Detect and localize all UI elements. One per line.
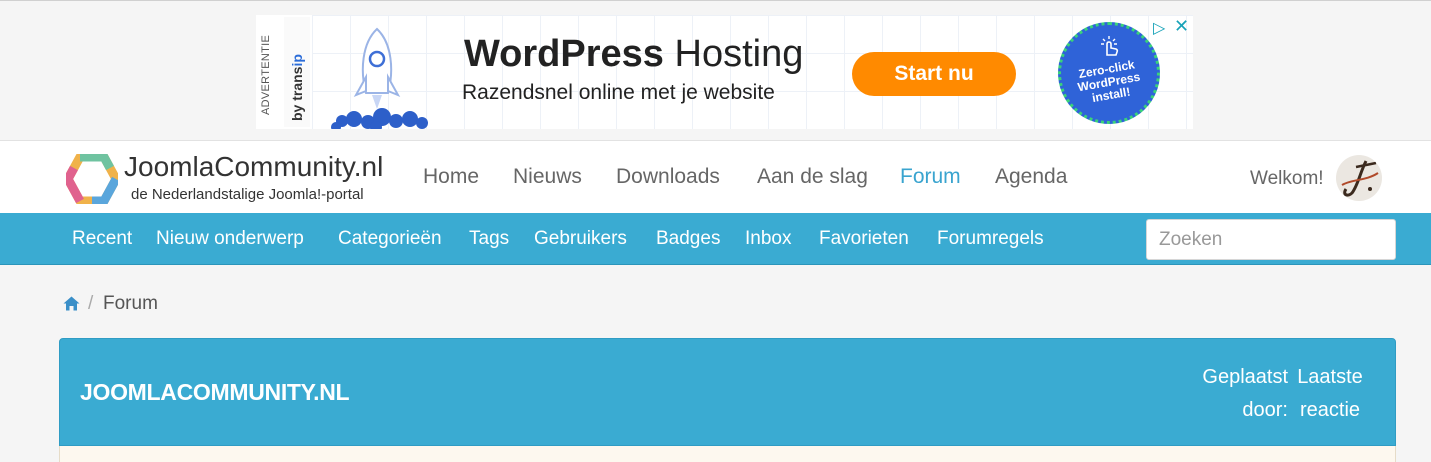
- nav-home[interactable]: Home: [423, 165, 479, 189]
- signature-avatar-icon: [1341, 160, 1379, 197]
- category-topic-list: [59, 446, 1396, 462]
- forum-menu-badges[interactable]: Badges: [656, 228, 720, 250]
- forum-menu-recent[interactable]: Recent: [72, 228, 132, 250]
- nav-agenda[interactable]: Agenda: [995, 165, 1067, 189]
- site-name[interactable]: JoomlaCommunity.nl: [124, 151, 383, 183]
- forum-menu-rules[interactable]: Forumregels: [937, 228, 1044, 250]
- home-icon[interactable]: [63, 296, 80, 311]
- column-posted-by-line: Geplaatst: [1202, 366, 1288, 388]
- main-header: JoomlaCommunity.nl de Nederlandstalige J…: [0, 140, 1431, 213]
- ad-zone: ADVERTENTIE by transip WordPress Hosting…: [0, 0, 1431, 140]
- nav-forum[interactable]: Forum: [900, 165, 961, 189]
- ad-sponsor-logo: by transip: [284, 17, 310, 127]
- ad-subline: Razendsnel online met je website: [462, 81, 775, 104]
- nav-nieuws[interactable]: Nieuws: [513, 165, 582, 189]
- avatar[interactable]: [1336, 155, 1382, 201]
- ad-headline-rest: Hosting: [663, 33, 804, 75]
- ad-headline: WordPress Hosting: [464, 33, 803, 76]
- close-icon[interactable]: ✕: [1174, 16, 1189, 37]
- rocket-icon: [331, 27, 428, 129]
- tap-hand-icon: [1101, 36, 1119, 56]
- ad-zero-click-badge[interactable]: Zero-click WordPress install!: [1058, 22, 1160, 124]
- advertisement-banner[interactable]: ADVERTENTIE by transip WordPress Hosting…: [256, 15, 1193, 129]
- column-last-reply: Laatste reactie: [1292, 361, 1368, 427]
- forum-menu-tags[interactable]: Tags: [469, 228, 509, 250]
- forum-menu-inbox[interactable]: Inbox: [745, 228, 791, 250]
- site-tagline: de Nederlandstalige Joomla!-portal: [131, 186, 364, 203]
- ad-sponsor-prefix: by trans: [289, 66, 305, 121]
- nav-aan-de-slag[interactable]: Aan de slag: [757, 165, 868, 189]
- nav-downloads[interactable]: Downloads: [616, 165, 720, 189]
- forum-menu-users[interactable]: Gebruikers: [534, 228, 627, 250]
- breadcrumb-separator: /: [88, 293, 94, 314]
- column-last-reply-line: reactie: [1299, 399, 1361, 421]
- ad-sponsor-suffix: ip: [289, 54, 305, 67]
- ad-badge-text: Zero-click WordPress install!: [1058, 55, 1159, 110]
- ad-start-button[interactable]: Start nu: [852, 52, 1016, 96]
- column-last-reply-line: Laatste: [1297, 366, 1363, 388]
- welcome-text[interactable]: Welkom!: [1250, 168, 1324, 190]
- forum-menu-favorites[interactable]: Favorieten: [819, 228, 909, 250]
- ad-label: ADVERTENTIE: [260, 34, 272, 115]
- forum-menu-categories[interactable]: Categorieën: [338, 228, 442, 250]
- category-title[interactable]: JOOMLACOMMUNITY.NL: [80, 379, 350, 406]
- forum-menu-bar: Recent Nieuw onderwerp Categorieën Tags …: [0, 213, 1431, 265]
- forum-menu-new-topic[interactable]: Nieuw onderwerp: [156, 228, 304, 250]
- search-input[interactable]: [1146, 219, 1396, 260]
- joomlacommunity-logo-icon[interactable]: [66, 154, 118, 204]
- category-header: JOOMLACOMMUNITY.NL Geplaatst door: Laats…: [59, 338, 1396, 446]
- column-posted-by-line: door:: [1242, 399, 1288, 421]
- ad-choices-icon[interactable]: ▷: [1153, 18, 1165, 38]
- breadcrumb-current: Forum: [103, 293, 158, 314]
- ad-headline-strong: WordPress: [464, 33, 664, 75]
- column-posted-by: Geplaatst door:: [1188, 361, 1288, 427]
